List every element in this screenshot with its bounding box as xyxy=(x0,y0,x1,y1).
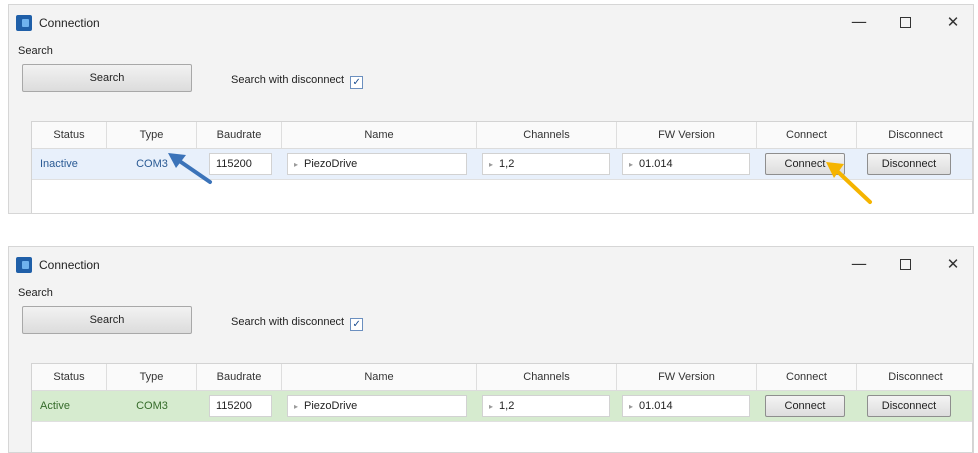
column-header-type[interactable]: Type xyxy=(107,122,197,148)
connection-window-inactive: Connection — ✕ Search Search Search with… xyxy=(8,4,974,214)
expand-arrow-icon: ▸ xyxy=(629,402,634,411)
column-header-name[interactable]: Name xyxy=(282,364,477,390)
table-row[interactable]: Inactive COM3 115200 ▸ PiezoDrive ▸ 1,2 ▸ 0… xyxy=(32,149,972,180)
status-cell: Active xyxy=(40,400,70,412)
column-header-baudrate[interactable]: Baudrate xyxy=(197,122,282,148)
connect-button[interactable]: Connect xyxy=(765,395,845,417)
search-with-disconnect-label: Search with disconnect xyxy=(231,74,345,86)
expand-arrow-icon: ▸ xyxy=(294,160,299,169)
column-header-name[interactable]: Name xyxy=(282,122,477,148)
column-header-channels[interactable]: Channels xyxy=(477,122,617,148)
grid-header: Status Type Baudrate Name Channels FW Ve… xyxy=(32,364,972,391)
maximize-icon[interactable] xyxy=(891,11,919,33)
column-header-disconnect[interactable]: Disconnect xyxy=(857,122,974,148)
disconnect-button[interactable]: Disconnect xyxy=(867,395,951,417)
column-header-connect[interactable]: Connect xyxy=(757,364,857,390)
fw-version-value: 01.014 xyxy=(639,400,673,412)
search-group-label: Search xyxy=(18,45,53,57)
maximize-icon[interactable] xyxy=(891,253,919,275)
fw-version-field[interactable]: ▸ 01.014 xyxy=(622,153,750,175)
table-row[interactable]: Active COM3 115200 ▸ PiezoDrive ▸ 1,2 ▸ 01.… xyxy=(32,391,972,422)
column-header-status[interactable]: Status xyxy=(32,122,107,148)
disconnect-button[interactable]: Disconnect xyxy=(867,153,951,175)
baudrate-field[interactable]: 115200 xyxy=(209,153,272,175)
grid-header: Status Type Baudrate Name Channels FW Ve… xyxy=(32,122,972,149)
search-button[interactable]: Search xyxy=(22,64,192,92)
title-bar: Connection — ✕ xyxy=(9,5,973,39)
name-value: PiezoDrive xyxy=(304,400,358,412)
minimize-icon[interactable]: — xyxy=(845,253,873,275)
name-field[interactable]: ▸ PiezoDrive xyxy=(287,395,467,417)
close-icon[interactable]: ✕ xyxy=(939,253,967,275)
close-icon[interactable]: ✕ xyxy=(939,11,967,33)
window-title: Connection xyxy=(39,258,100,272)
expand-arrow-icon: ▸ xyxy=(294,402,299,411)
search-with-disconnect-option: Search with disconnect ✓ xyxy=(231,74,364,89)
connection-window-active: Connection — ✕ Search Search Search with… xyxy=(8,246,974,453)
app-icon xyxy=(16,257,32,273)
column-header-disconnect[interactable]: Disconnect xyxy=(857,364,974,390)
search-with-disconnect-label: Search with disconnect xyxy=(231,316,345,328)
search-with-disconnect-checkbox[interactable]: ✓ xyxy=(350,318,364,331)
column-header-type[interactable]: Type xyxy=(107,364,197,390)
column-header-status[interactable]: Status xyxy=(32,364,107,390)
channels-value: 1,2 xyxy=(499,400,515,412)
search-with-disconnect-option: Search with disconnect ✓ xyxy=(231,316,364,331)
search-button[interactable]: Search xyxy=(22,306,192,334)
column-header-fw-version[interactable]: FW Version xyxy=(617,122,757,148)
search-with-disconnect-checkbox[interactable]: ✓ xyxy=(350,76,364,89)
connect-button[interactable]: Connect xyxy=(765,153,845,175)
type-cell: COM3 xyxy=(136,400,168,412)
window-title: Connection xyxy=(39,16,100,30)
column-header-channels[interactable]: Channels xyxy=(477,364,617,390)
column-header-baudrate[interactable]: Baudrate xyxy=(197,364,282,390)
expand-arrow-icon: ▸ xyxy=(489,402,494,411)
app-icon xyxy=(16,15,32,31)
status-cell: Inactive xyxy=(40,158,78,170)
channels-value: 1,2 xyxy=(499,158,515,170)
connection-grid: Status Type Baudrate Name Channels FW Ve… xyxy=(31,363,973,452)
channels-field[interactable]: ▸ 1,2 xyxy=(482,395,610,417)
column-header-connect[interactable]: Connect xyxy=(757,122,857,148)
type-cell: COM3 xyxy=(136,158,168,170)
title-bar: Connection — ✕ xyxy=(9,247,973,281)
search-group-label: Search xyxy=(18,287,53,299)
baudrate-field[interactable]: 115200 xyxy=(209,395,272,417)
name-value: PiezoDrive xyxy=(304,158,358,170)
name-field[interactable]: ▸ PiezoDrive xyxy=(287,153,467,175)
fw-version-field[interactable]: ▸ 01.014 xyxy=(622,395,750,417)
connection-grid: Status Type Baudrate Name Channels FW Ve… xyxy=(31,121,973,213)
channels-field[interactable]: ▸ 1,2 xyxy=(482,153,610,175)
expand-arrow-icon: ▸ xyxy=(629,160,634,169)
column-header-fw-version[interactable]: FW Version xyxy=(617,364,757,390)
minimize-icon[interactable]: — xyxy=(845,11,873,33)
fw-version-value: 01.014 xyxy=(639,158,673,170)
expand-arrow-icon: ▸ xyxy=(489,160,494,169)
